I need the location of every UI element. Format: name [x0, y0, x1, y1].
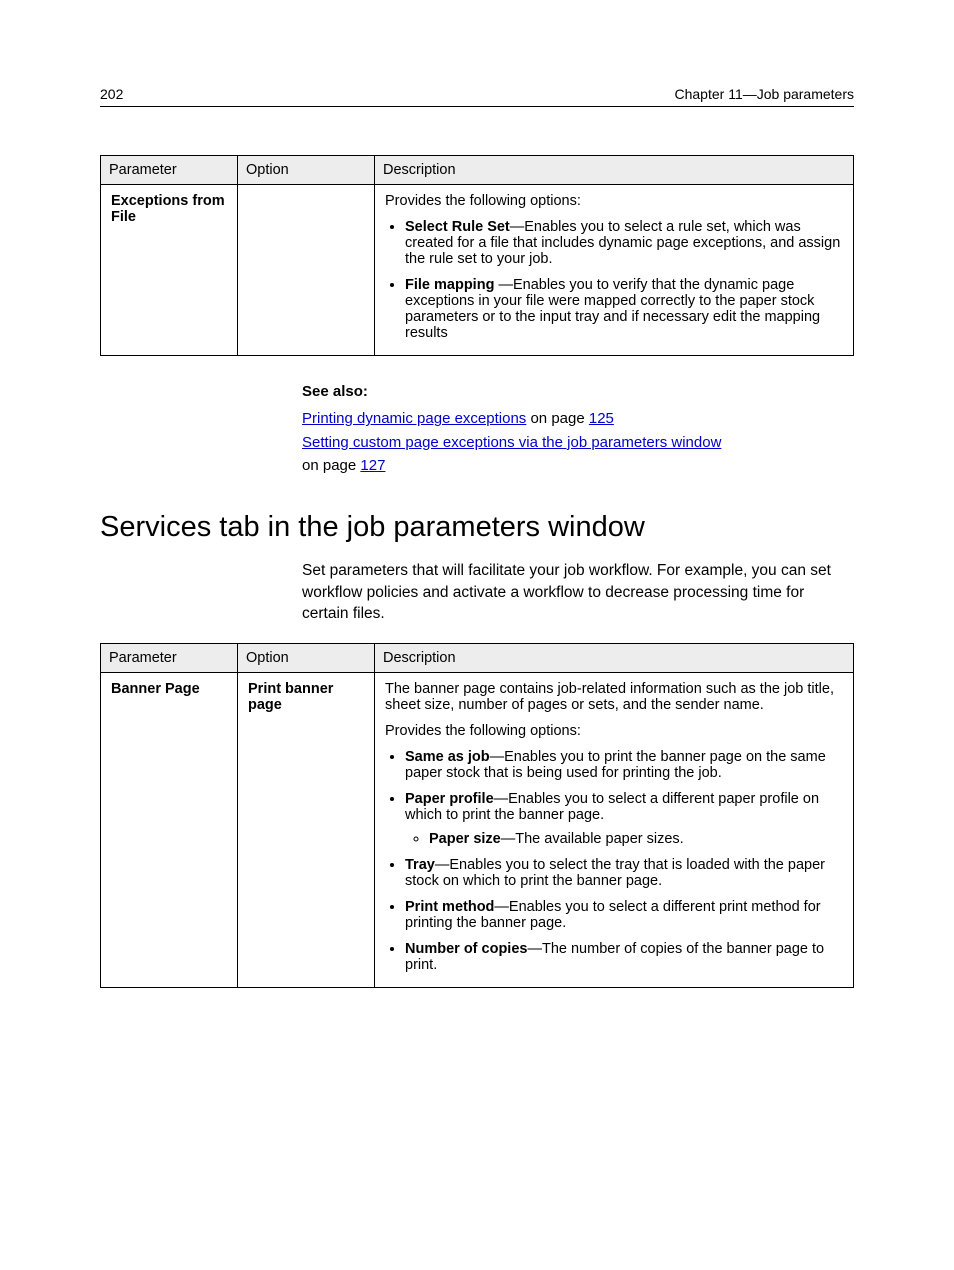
see-also-tail-1: on page: [526, 410, 589, 427]
cell-option: [238, 185, 375, 356]
document-page: 202 Chapter 11—Job parameters Parameter …: [0, 0, 954, 1270]
sub-list: Paper size—The available paper sizes.: [405, 831, 843, 847]
chapter-label: Chapter 11—Job parameters: [675, 86, 855, 102]
header-description: Description: [375, 156, 854, 185]
table-row: Exceptions from File Provides the follow…: [101, 185, 854, 356]
section-heading: Services tab in the job parameters windo…: [100, 511, 854, 544]
option-label: Paper profile: [405, 791, 494, 807]
see-also-link-1[interactable]: Printing dynamic page exceptions: [302, 410, 526, 427]
option-label: Number of copies: [405, 941, 527, 957]
see-also-page-link-1[interactable]: 125: [589, 410, 614, 427]
see-also-tail-2: on page: [302, 457, 360, 474]
section-intro: Set parameters that will facilitate your…: [302, 560, 854, 625]
exceptions-table: Parameter Option Description Exceptions …: [100, 155, 854, 356]
cell-parameter: Banner Page: [101, 673, 238, 988]
see-also-line-2: Setting custom page exceptions via the j…: [302, 431, 854, 478]
list-item: Number of copies—The number of copies of…: [405, 941, 843, 973]
services-table: Parameter Option Description Banner Page…: [100, 643, 854, 988]
page-number: 202: [100, 86, 123, 102]
header-option: Option: [238, 644, 375, 673]
cell-description: Provides the following options: Select R…: [375, 185, 854, 356]
option-label: Select Rule Set: [405, 219, 510, 235]
table-header-row: Parameter Option Description: [101, 156, 854, 185]
see-also-link-2[interactable]: Setting custom page exceptions via the j…: [302, 434, 721, 451]
cell-description: The banner page contains job-related inf…: [375, 673, 854, 988]
option-label: File mapping: [405, 277, 498, 293]
desc-p2: Provides the following options:: [385, 723, 843, 739]
desc-list: Select Rule Set—Enables you to select a …: [385, 219, 843, 341]
list-item: File mapping —Enables you to verify that…: [405, 277, 843, 341]
table-row: Banner Page Print banner page The banner…: [101, 673, 854, 988]
table-header-row: Parameter Option Description: [101, 644, 854, 673]
option-label: Tray: [405, 857, 435, 873]
option-text: —The available paper sizes.: [501, 831, 684, 847]
header-option: Option: [238, 156, 375, 185]
list-item: Tray—Enables you to select the tray that…: [405, 857, 843, 889]
list-item: Paper size—The available paper sizes.: [429, 831, 843, 847]
header-parameter: Parameter: [101, 156, 238, 185]
option-label: Print method: [405, 899, 494, 915]
page-header: 202 Chapter 11—Job parameters: [100, 86, 854, 107]
option-label: Paper size: [429, 831, 501, 847]
cell-parameter: Exceptions from File: [101, 185, 238, 356]
see-also-heading: See also:: [302, 380, 854, 403]
desc-intro: Provides the following options:: [385, 193, 843, 209]
cell-option: Print banner page: [238, 673, 375, 988]
list-item: Print method—Enables you to select a dif…: [405, 899, 843, 931]
desc-p1: The banner page contains job-related inf…: [385, 681, 843, 713]
see-also-block: See also: Printing dynamic page exceptio…: [302, 380, 854, 477]
see-also-page-link-2[interactable]: 127: [360, 457, 385, 474]
list-item: Paper profile—Enables you to select a di…: [405, 791, 843, 847]
list-item: Same as job—Enables you to print the ban…: [405, 749, 843, 781]
option-label: Same as job: [405, 749, 490, 765]
see-also-line-1: Printing dynamic page exceptions on page…: [302, 407, 854, 430]
list-item: Select Rule Set—Enables you to select a …: [405, 219, 843, 267]
header-description: Description: [375, 644, 854, 673]
option-text: —Enables you to select the tray that is …: [405, 857, 825, 889]
header-parameter: Parameter: [101, 644, 238, 673]
desc-list: Same as job—Enables you to print the ban…: [385, 749, 843, 973]
